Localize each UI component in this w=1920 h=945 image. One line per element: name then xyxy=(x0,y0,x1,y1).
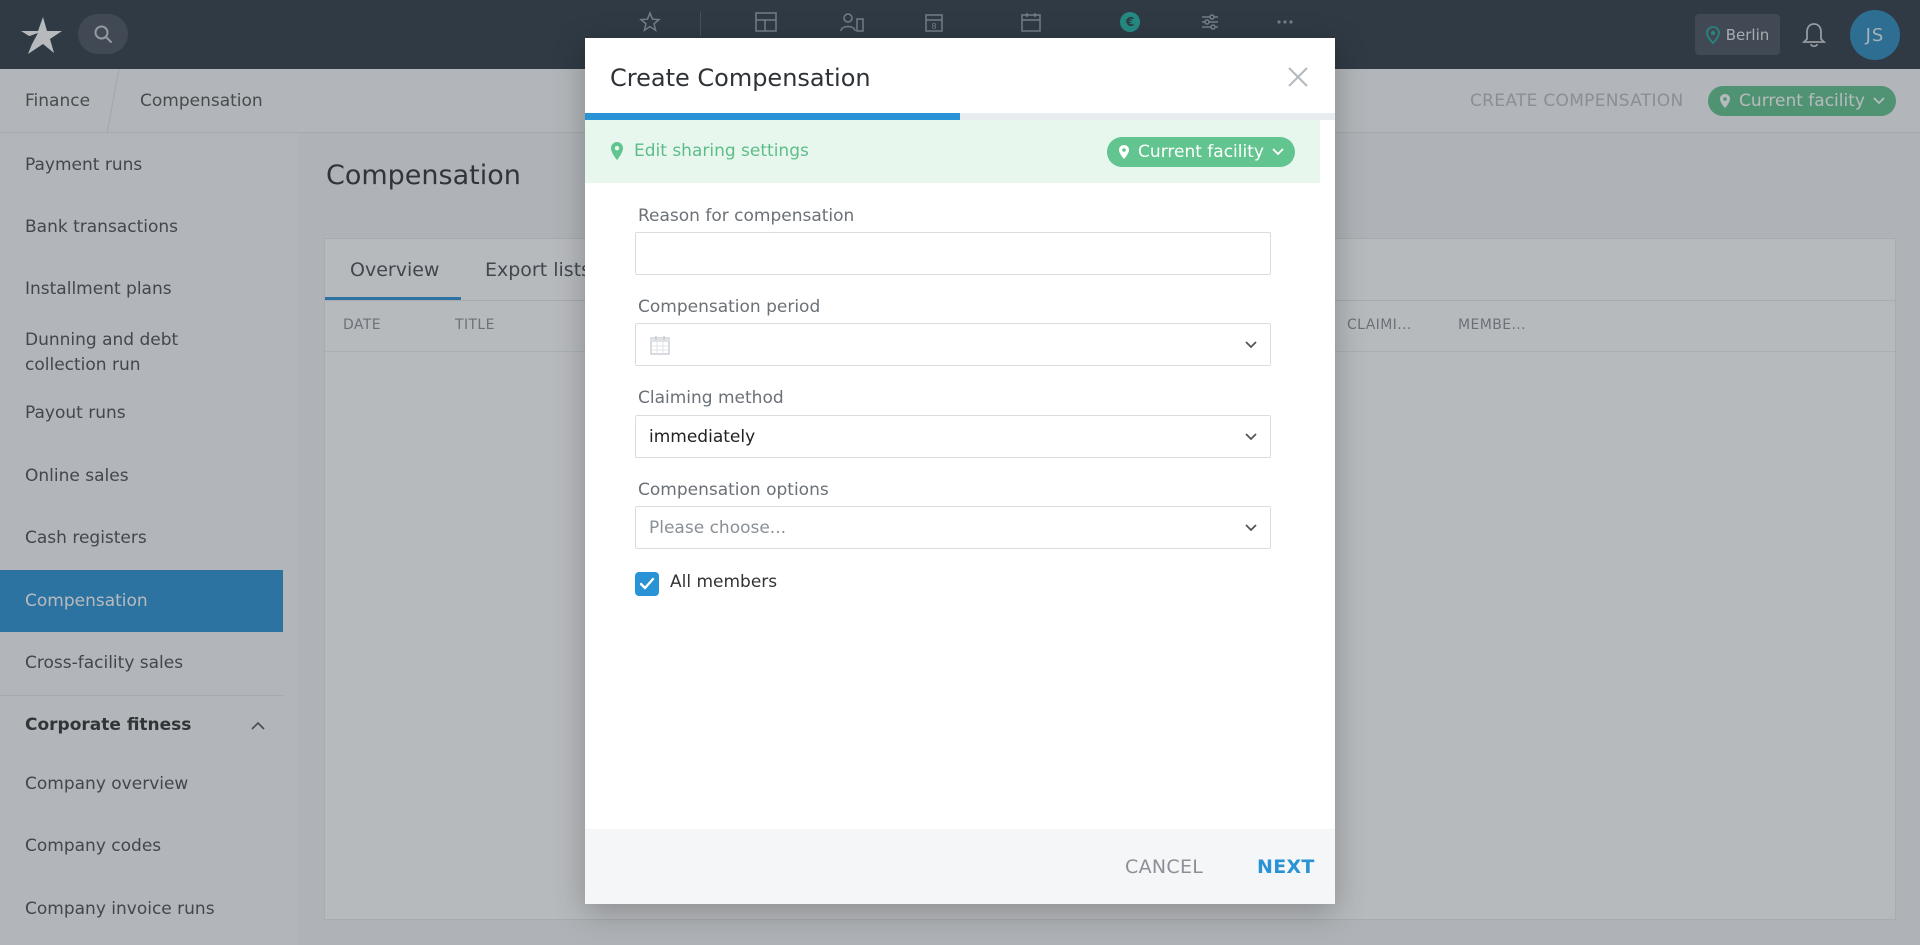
step-progress-bar xyxy=(585,113,1335,120)
claiming-method-value: immediately xyxy=(649,426,756,447)
all-members-checkbox[interactable] xyxy=(635,572,659,596)
options-placeholder: Please choose... xyxy=(649,517,787,538)
sharing-settings-bar: Edit sharing settings Current facility xyxy=(585,120,1320,183)
step-progress-fill xyxy=(585,113,960,120)
chevron-down-icon xyxy=(1245,524,1257,532)
claiming-method-label: Claiming method xyxy=(638,388,784,408)
claiming-method-select[interactable]: immediately xyxy=(635,415,1271,458)
reason-input[interactable] xyxy=(635,232,1271,275)
all-members-label[interactable]: All members xyxy=(670,572,777,592)
create-compensation-modal: Create Compensation Edit sharing setting… xyxy=(585,38,1335,904)
period-label: Compensation period xyxy=(638,297,821,317)
checkmark-icon xyxy=(639,577,655,590)
modal-footer: CANCEL NEXT xyxy=(585,829,1335,904)
calendar-icon xyxy=(650,335,670,355)
sharing-facility-label: Current facility xyxy=(1138,142,1264,162)
map-pin-icon xyxy=(611,142,623,160)
modal-title: Create Compensation xyxy=(610,64,871,92)
next-button[interactable]: NEXT xyxy=(1257,856,1315,878)
edit-sharing-settings-label: Edit sharing settings xyxy=(634,141,809,161)
edit-sharing-settings-link[interactable]: Edit sharing settings xyxy=(610,141,809,161)
chevron-down-icon xyxy=(1245,341,1257,349)
sharing-facility-selector[interactable]: Current facility xyxy=(1107,137,1295,167)
period-datepicker[interactable] xyxy=(635,323,1271,366)
options-select[interactable]: Please choose... xyxy=(635,506,1271,549)
chevron-down-icon xyxy=(1245,433,1257,441)
close-icon[interactable] xyxy=(1283,62,1313,92)
chevron-down-icon xyxy=(1272,148,1284,156)
map-pin-icon xyxy=(1119,145,1130,159)
cancel-button[interactable]: CANCEL xyxy=(1125,856,1203,878)
reason-label: Reason for compensation xyxy=(638,206,855,226)
options-label: Compensation options xyxy=(638,480,829,500)
